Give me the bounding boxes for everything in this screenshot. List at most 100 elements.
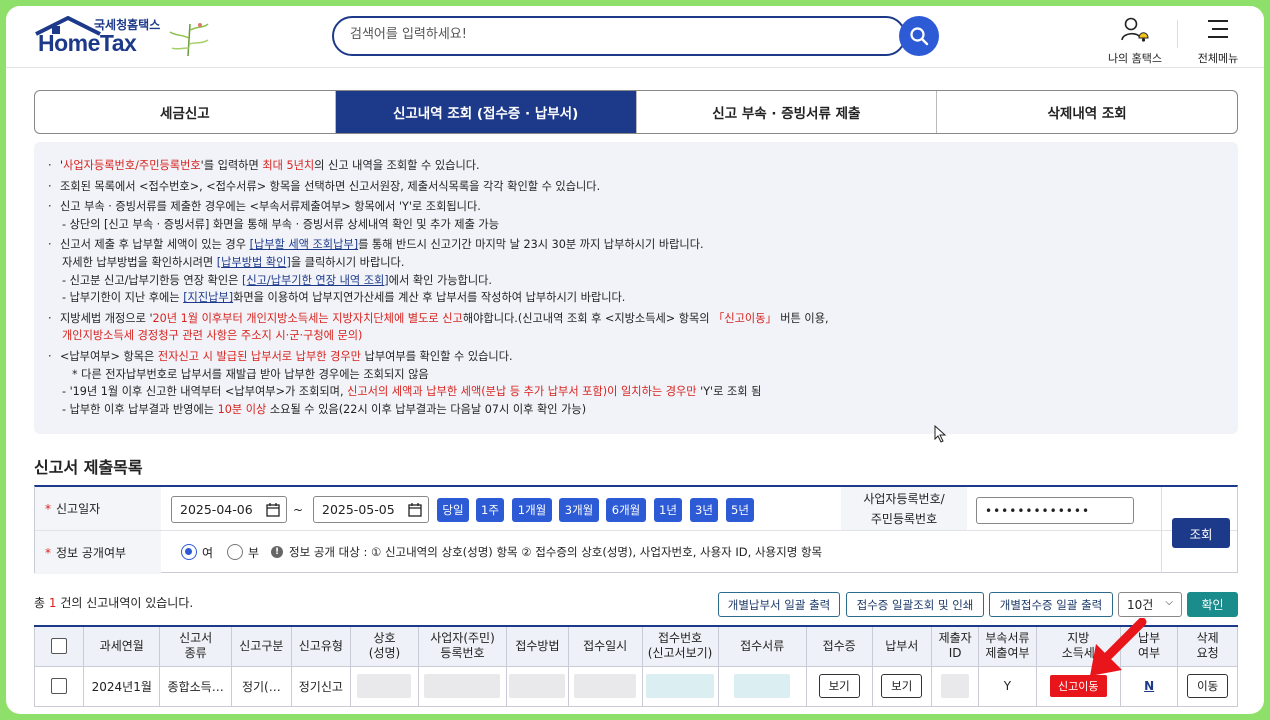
result-count: 총 1 건의 신고내역이 있습니다.	[34, 596, 194, 610]
search-button[interactable]	[899, 16, 939, 56]
period-3year-button[interactable]: 3년	[690, 498, 718, 522]
cell-submitter-redacted	[931, 665, 980, 707]
col-header: 신고구분	[231, 625, 292, 667]
cell-period: 2024년1월	[83, 665, 161, 707]
date-label: * 신고일자	[35, 487, 161, 530]
col-header: 과세연월	[83, 625, 161, 667]
header-divider	[1177, 20, 1178, 48]
redacted-block	[734, 674, 791, 698]
cell-receipt-no-redacted[interactable]	[641, 665, 719, 707]
redacted-block	[646, 674, 715, 698]
logo-title: HomeTax	[38, 30, 137, 56]
row-select-cell	[33, 665, 85, 707]
select-all-checkbox[interactable]	[51, 638, 68, 655]
col-header: 접수번호 (신고서보기)	[641, 625, 719, 667]
calendar-icon	[266, 503, 280, 517]
notice-subitem: 개인지방소득세 경정청구 관련 사항은 주소지 시·군·구청에 문의)	[62, 329, 363, 343]
col-header: 접수서류	[717, 625, 807, 667]
notice-subitem: - 납부기한이 지난 후에는 [지진납부]화면을 이용하여 납부지연가산세를 계…	[62, 291, 626, 305]
search-input[interactable]	[350, 27, 870, 42]
tab-tax-filing[interactable]: 세금신고	[35, 91, 336, 133]
biz-number-label: 사업자등록번호/ 주민등록번호	[841, 487, 967, 530]
redacted-block	[424, 674, 501, 698]
date-range-separator: ~	[293, 503, 304, 517]
bamboo-icon	[169, 23, 209, 57]
tab-attach-documents[interactable]: 신고 부속 · 증빙서류 제출	[637, 91, 938, 133]
extension-link[interactable]: [신고/납부기한 연장 내역 조회]	[242, 274, 389, 287]
redacted-block	[574, 674, 637, 698]
period-3month-button[interactable]: 3개월	[559, 498, 599, 522]
cell-documents-redacted[interactable]	[717, 665, 807, 707]
late-pay-link[interactable]: [지진납부]	[183, 291, 233, 304]
notice-box: · '사업자등록번호/주민등록번호'를 입력하면 최대 5년치의 신고 내역을 조…	[34, 142, 1238, 434]
cell-attach: Y	[978, 665, 1037, 707]
section-title: 신고서 제출목록	[34, 458, 143, 477]
public-yes-radio[interactable]	[181, 544, 197, 560]
delete-request-button[interactable]: 이동	[1187, 674, 1229, 698]
filter-divider	[35, 530, 1237, 531]
my-hometax-label: 나의 홈택스	[1107, 52, 1163, 65]
notice-item: · <납부여부> 항목은 전자신고 시 발급된 납부서로 납부한 경우만 납부여부…	[48, 349, 513, 363]
col-header: 제출자 ID	[931, 625, 980, 667]
col-header: 사업자(주민) 등록번호	[417, 625, 508, 667]
print-payslips-button[interactable]: 개별납부서 일괄 출력	[718, 592, 840, 617]
table-row: 2024년1월 종합소득… 정기(… 정기신고 보기 보기 Y 신고이동 N 이…	[33, 665, 1238, 707]
full-menu-label: 전체메뉴	[1197, 52, 1239, 65]
cell-category: 정기(…	[231, 665, 292, 707]
date-from-input[interactable]: 2025-04-06	[171, 496, 287, 523]
cell-datetime-redacted	[567, 665, 643, 707]
cell-payslip: 보기	[871, 665, 933, 707]
redacted-block	[941, 674, 970, 698]
cell-kind: 정기신고	[290, 665, 352, 707]
public-no-radio[interactable]	[227, 544, 243, 560]
tab-bar: 세금신고 신고내역 조회 (접수증 · 납부서) 신고 부속 · 증빙서류 제출…	[34, 90, 1238, 134]
header: 국세청홈택스 HomeTax 검색어를 입력하세요! 나의 홈택스 전체메뉴	[6, 6, 1264, 68]
period-6month-button[interactable]: 6개월	[606, 498, 646, 522]
row-checkbox[interactable]	[51, 678, 68, 694]
page-size-confirm-button[interactable]: 확인	[1187, 592, 1238, 617]
page-size-select[interactable]: 10건 ⌵	[1118, 592, 1182, 617]
search-filter: * 신고일자 2025-04-06 ~ 2025-05-05 당일 1주 1개월 …	[34, 485, 1238, 574]
notice-item: · 신고 부속 · 증빙서류를 제출한 경우에는 <부속서류제출여부> 항목에서 …	[48, 200, 481, 214]
notice-item: · '사업자등록번호/주민등록번호'를 입력하면 최대 5년치의 신고 내역을 조…	[48, 159, 480, 172]
public-info-text: 정보 공개 대상 : ① 신고내역의 상호(성명) 항목 ② 접수증의 상호(성…	[289, 545, 823, 559]
cell-delete: 이동	[1177, 665, 1238, 707]
notice-item: · 신고서 제출 후 납부할 세액이 있는 경우 [납부할 세액 조회납부]를 통…	[48, 238, 704, 252]
search-submit-button[interactable]: 조회	[1172, 518, 1230, 548]
col-header: 접수일시	[567, 625, 643, 667]
period-1week-button[interactable]: 1주	[476, 498, 504, 522]
notice-subitem: - 상단의 [신고 부속 · 증빙서류] 화면을 통해 부속 · 증빙서류 상세…	[62, 217, 500, 231]
tab-deleted-history[interactable]: 삭제내역 조회	[937, 91, 1237, 133]
filing-table: 과세연월 신고서 종류 신고구분 신고유형 상호 (성명) 사업자(주민) 등록…	[33, 625, 1238, 707]
view-receipt-button[interactable]: 보기	[818, 674, 860, 698]
col-header: 상호 (성명)	[350, 625, 419, 667]
pay-tax-link[interactable]: [납부할 세액 조회납부]	[250, 238, 358, 251]
chevron-down-icon: ⌵	[1165, 597, 1173, 608]
table-header-row: 과세연월 신고서 종류 신고구분 신고유형 상호 (성명) 사업자(주민) 등록…	[33, 625, 1238, 667]
hamburger-icon	[1208, 20, 1228, 38]
period-5year-button[interactable]: 5년	[726, 498, 754, 522]
period-1month-button[interactable]: 1개월	[512, 498, 552, 522]
period-1year-button[interactable]: 1년	[654, 498, 682, 522]
col-header: 신고서 종류	[159, 625, 233, 667]
receipt-batch-button[interactable]: 접수증 일괄조회 및 인쇄	[846, 592, 984, 617]
biz-number-input[interactable]: •••••••••••••	[976, 497, 1134, 524]
print-receipts-button[interactable]: 개별접수증 일괄 출력	[989, 592, 1113, 617]
period-today-button[interactable]: 당일	[437, 498, 469, 522]
full-menu-button[interactable]: 전체메뉴	[1183, 14, 1253, 65]
notice-subitem: - 신고분 신고/납부기한등 연장 확인은 [신고/납부기한 연장 내역 조회]…	[62, 273, 492, 287]
select-all-cell	[33, 625, 85, 667]
pay-method-link[interactable]: [납부방법 확인]	[217, 256, 291, 269]
notice-subitem: - '19년 1월 이후 신고한 내역부터 <납부여부>가 조회되며, 신고서의…	[62, 385, 762, 399]
date-to-input[interactable]: 2025-05-05	[313, 496, 429, 523]
col-header: 신고유형	[290, 625, 352, 667]
public-label: * 정보 공개여부	[35, 531, 161, 574]
hometax-logo[interactable]: 국세청홈택스 HomeTax	[32, 14, 212, 62]
public-yes-label: 여	[202, 546, 214, 560]
search-icon	[910, 27, 929, 46]
my-hometax-button[interactable]: 나의 홈택스	[1100, 14, 1170, 65]
notice-item: · 조회된 목록에서 <접수번호>, <접수서류> 항목을 선택하면 신고서원장,…	[48, 179, 601, 193]
red-arrow-icon	[1090, 618, 1147, 676]
view-payslip-button[interactable]: 보기	[881, 674, 923, 698]
tab-filing-history[interactable]: 신고내역 조회 (접수증 · 납부서)	[335, 91, 637, 133]
